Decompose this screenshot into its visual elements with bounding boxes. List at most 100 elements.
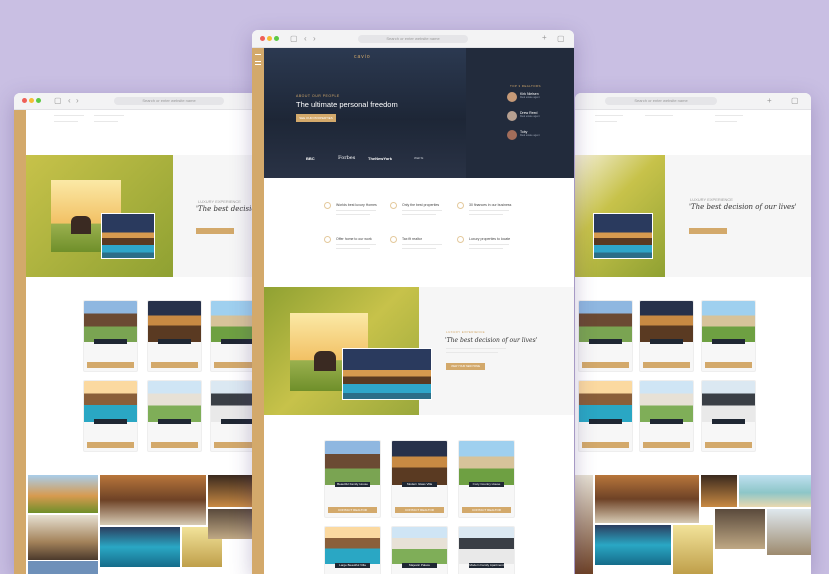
feature-title: 30 finances in our business: [469, 203, 512, 207]
new-tab-icon[interactable]: +: [767, 96, 772, 105]
star-icon: [457, 236, 464, 243]
quote-desc-line: [446, 348, 506, 349]
hero-cta-button[interactable]: SEE OUR PROPERTIES: [296, 114, 336, 122]
right-listing-card[interactable]: [639, 300, 694, 372]
feature-desc-line: [402, 244, 442, 245]
feature-desc-line: [336, 248, 370, 249]
right-browser-toolbar: Search or enter website name + ▢: [575, 93, 811, 110]
maximize-dot-icon[interactable]: [36, 98, 41, 103]
brand-logo[interactable]: cavio: [354, 54, 371, 60]
realtor-avatar: [507, 130, 517, 140]
realtor-item[interactable]: Toby Real estate agent: [507, 130, 540, 140]
listing-card[interactable]: Majestic Palace: [391, 526, 448, 574]
main-address-bar[interactable]: Search or enter website name: [358, 35, 468, 43]
listing-title: Cozy Country House: [468, 482, 505, 488]
right-listing-card[interactable]: [578, 380, 633, 452]
realtor-item[interactable]: Drew Reed Real estate agent: [507, 111, 540, 121]
left-browser-window: ▢ ‹ › Search or enter website name LUXUR…: [14, 93, 266, 574]
left-quote-button[interactable]: [196, 228, 234, 234]
right-listing-card[interactable]: [701, 300, 756, 372]
sidebar-icon[interactable]: ▢: [54, 96, 62, 105]
realtor-avatar: [507, 92, 517, 102]
listing-card[interactable]: Modern Family Apartment: [458, 526, 515, 574]
hero-title: The ultimate personal freedom: [296, 100, 398, 109]
right-quote-section: LUXURY EXPERIENCE 'The best decision of …: [575, 155, 811, 277]
listings-section: Beautiful Family House CONTACT REALTOR Mo…: [264, 415, 574, 574]
close-dot-icon[interactable]: [260, 36, 265, 41]
location-icon: [457, 202, 464, 209]
feature-desc-line: [336, 214, 370, 215]
listing-card[interactable]: Modern Glass Villa CONTACT REALTOR: [391, 440, 448, 518]
tabs-icon[interactable]: ▢: [791, 96, 799, 105]
feature-desc-line: [469, 248, 503, 249]
hero-house-photo: [264, 48, 466, 178]
home-icon: [324, 202, 331, 209]
listing-title: Large Beautiful Villa: [334, 563, 371, 568]
left-listing-card[interactable]: [147, 300, 202, 372]
tabs-icon[interactable]: ▢: [557, 34, 565, 43]
right-quote-button[interactable]: [689, 228, 727, 234]
new-tab-icon[interactable]: +: [542, 33, 547, 42]
quote-eyebrow: LUXURY EXPERIENCE: [446, 330, 486, 334]
realtor-role: Real estate agent: [520, 96, 540, 99]
quote-section: LUXURY EXPERIENCE 'The best decision of …: [264, 287, 574, 415]
sidebar-icon[interactable]: ▢: [290, 34, 298, 43]
back-icon[interactable]: ‹: [304, 34, 307, 43]
left-villa-photo: [101, 213, 155, 259]
diamond-icon: [390, 202, 397, 209]
right-feature-line: [715, 121, 737, 122]
right-feature-line: [645, 115, 673, 116]
quote-text: 'The best decision of our lives': [445, 337, 538, 344]
realtor-item[interactable]: Kirk Nielsen Real estate agent: [507, 92, 540, 102]
feature-desc-line: [469, 244, 509, 245]
quote-cta-button[interactable]: VIEW YOUR NEW HOME: [446, 363, 485, 370]
main-browser-toolbar: ▢ ‹ › Search or enter website name + ▢: [252, 30, 574, 48]
press-logo-wsj: Wall St: [414, 156, 424, 160]
quote-desc-line: [446, 352, 498, 353]
left-listing-card[interactable]: [83, 300, 138, 372]
contact-realtor-button[interactable]: CONTACT REALTOR: [462, 507, 511, 514]
feature-title: Worlds best luxury Homes: [336, 203, 377, 207]
team-heading: TOP 3 REALTORS: [510, 84, 541, 88]
feature-desc-line: [402, 248, 436, 249]
back-icon[interactable]: ‹: [68, 96, 71, 105]
left-listing-card[interactable]: [147, 380, 202, 452]
left-feature-line: [94, 121, 118, 122]
right-listing-card[interactable]: [639, 380, 694, 452]
press-logo-nyt: TheNewYork: [368, 156, 392, 161]
minimize-dot-icon[interactable]: [267, 36, 272, 41]
listing-card[interactable]: Cozy Country House CONTACT REALTOR: [458, 440, 515, 518]
realtor-role: Real estate agent: [520, 115, 540, 118]
contact-realtor-button[interactable]: CONTACT REALTOR: [328, 507, 377, 514]
press-logo-bbc: BBC: [306, 156, 315, 161]
feature-desc-line: [402, 210, 442, 211]
feature-title: Only the best properties: [402, 203, 440, 207]
left-feature-line: [54, 115, 84, 116]
listing-card[interactable]: Beautiful Family House CONTACT REALTOR: [324, 440, 381, 518]
left-address-bar[interactable]: Search or enter website name: [114, 97, 224, 105]
close-dot-icon[interactable]: [22, 98, 27, 103]
feature-desc-line: [469, 214, 503, 215]
feature-desc-line: [336, 244, 376, 245]
left-listing-card[interactable]: [83, 380, 138, 452]
right-listing-card[interactable]: [701, 380, 756, 452]
maximize-dot-icon[interactable]: [274, 36, 279, 41]
right-quote-eyebrow: LUXURY EXPERIENCE: [690, 197, 733, 202]
forward-icon[interactable]: ›: [76, 96, 79, 105]
contact-realtor-button[interactable]: CONTACT REALTOR: [395, 507, 444, 514]
right-quote-text: 'The best decision of our lives': [689, 203, 797, 211]
feature-desc-line: [469, 210, 509, 211]
minimize-dot-icon[interactable]: [29, 98, 34, 103]
main-gold-sidebar: [252, 48, 264, 574]
listing-title: Modern Glass Villa: [401, 482, 438, 488]
right-feature-line: [595, 121, 617, 122]
forward-icon[interactable]: ›: [313, 34, 316, 43]
feature-desc-line: [402, 214, 436, 215]
listing-card[interactable]: Large Beautiful Villa: [324, 526, 381, 574]
right-listing-card[interactable]: [578, 300, 633, 372]
realtor-avatar: [507, 111, 517, 121]
right-address-bar[interactable]: Search or enter website name: [605, 97, 717, 105]
listing-title: Modern Family Apartment: [468, 563, 505, 568]
press-logo-forbes: Forbes: [338, 155, 356, 161]
right-feature-line: [595, 115, 623, 116]
